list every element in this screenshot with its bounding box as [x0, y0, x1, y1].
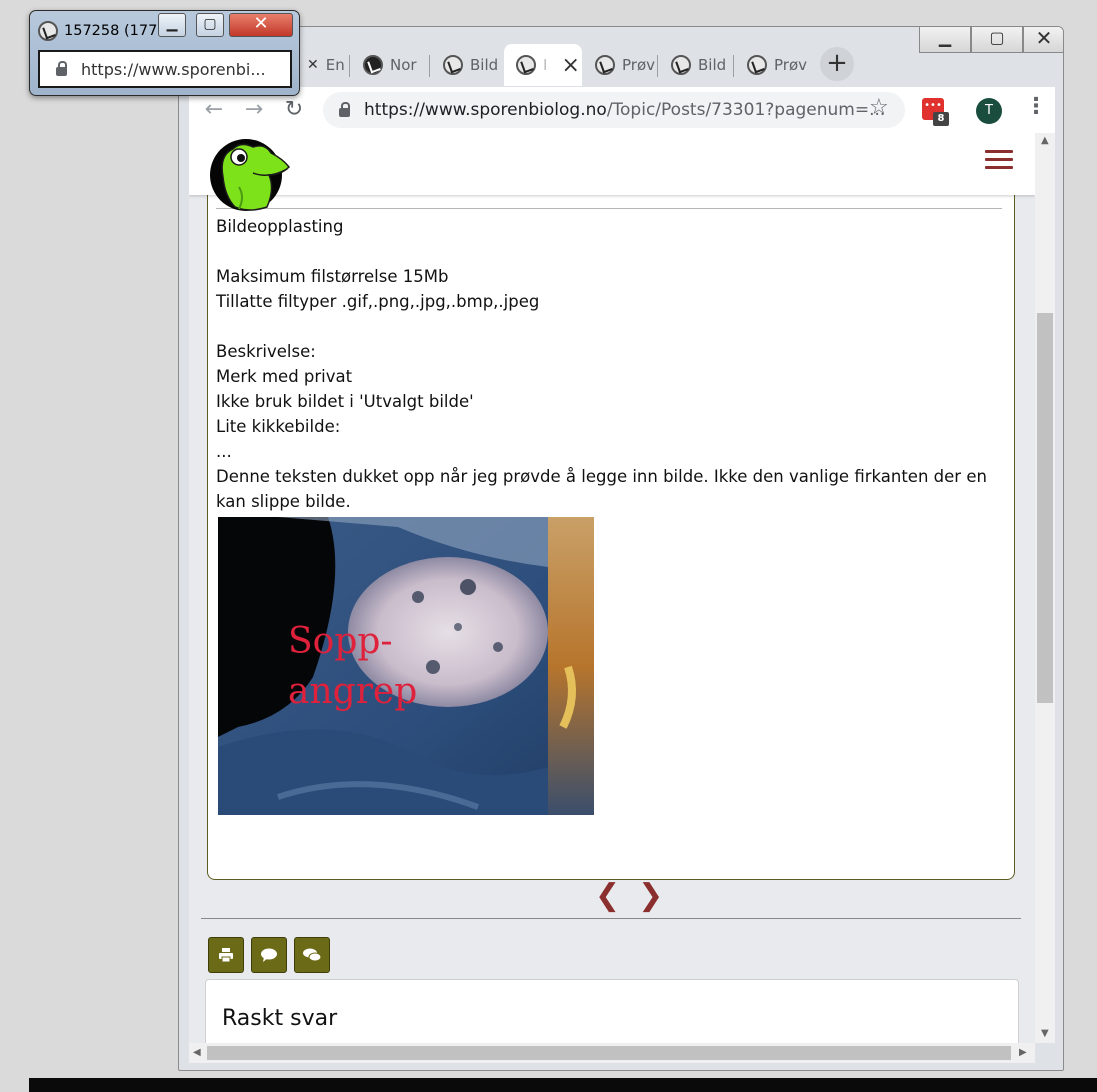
tab-label: Bild	[470, 56, 499, 74]
quick-reply-panel: Raskt svar	[205, 979, 1019, 1043]
popup-window: 157258 (177... ▁ ▢ ✕ https://www.sporenb…	[29, 10, 300, 96]
browser-toolbar: ← → ↻ https://www.sporenbiolog.no/Topic/…	[189, 87, 1055, 133]
sporenbiolog-icon	[443, 55, 463, 75]
sporenbiolog-icon	[38, 21, 58, 41]
bookmark-star-icon[interactable]: ☆	[869, 95, 889, 120]
print-button[interactable]	[208, 937, 244, 973]
tab-1[interactable]: ✕ En e	[295, 44, 345, 86]
lock-icon	[56, 60, 67, 76]
browser-window: ✕ En e Nor Bild I × Prøv Bild	[178, 26, 1064, 1071]
tab-separator	[349, 55, 350, 77]
forward-button[interactable]: →	[239, 95, 269, 125]
popup-maximize-button[interactable]: ▢	[196, 13, 224, 37]
horizontal-scrollbar[interactable]: ◀ ▶	[189, 1043, 1035, 1063]
close-window-button[interactable]: ✕	[1023, 27, 1063, 53]
address-bar[interactable]: https://www.sporenbiolog.no/Topic/Posts/…	[323, 92, 905, 128]
maximize-button[interactable]: ▢	[971, 27, 1023, 53]
post-line: Beskrivelse:	[216, 342, 316, 361]
reply-button[interactable]	[251, 937, 287, 973]
minimize-button[interactable]: ▁	[919, 27, 971, 53]
image-caption-line: angrep	[288, 671, 418, 712]
post-card: Bildeopplasting Maksimum filstørrelse 15…	[207, 153, 1015, 880]
menu-kebab-icon[interactable]: ⋮	[1025, 94, 1047, 119]
close-x-icon: ✕	[307, 57, 319, 73]
post-image[interactable]: Sopp- angrep	[218, 517, 594, 815]
comment-icon	[261, 948, 277, 962]
post-pager: ❮ ❯	[595, 878, 681, 913]
image-caption: Sopp- angrep	[288, 617, 417, 717]
tab-separator	[733, 55, 734, 77]
lock-icon	[339, 101, 350, 117]
scroll-thumb[interactable]	[207, 1046, 1011, 1060]
tab-6[interactable]: Bild	[659, 44, 731, 86]
scroll-up-icon[interactable]: ▲	[1041, 135, 1049, 146]
post-line: Bildeopplasting	[216, 217, 344, 236]
extension-badge: 8	[933, 112, 949, 126]
tab-7[interactable]: Prøv	[735, 44, 807, 86]
hamburger-menu-icon[interactable]	[985, 150, 1013, 174]
popup-address-bar[interactable]: https://www.sporenbi...	[38, 50, 292, 88]
section-divider	[201, 918, 1021, 919]
tab-label: En e	[325, 56, 345, 74]
tab-label: Prøv	[774, 56, 807, 74]
sporenbiolog-icon	[595, 55, 615, 75]
taskbar	[29, 1078, 1097, 1092]
tab-5[interactable]: Prøv	[583, 44, 655, 86]
reload-button[interactable]: ↻	[279, 95, 309, 125]
comments-icon	[303, 948, 322, 962]
scroll-thumb[interactable]	[1037, 313, 1053, 703]
site-n-icon	[363, 55, 383, 75]
popup-url: https://www.sporenbi...	[81, 59, 266, 79]
popup-minimize-button[interactable]: ▁	[158, 13, 186, 37]
chevron-right-icon[interactable]: ❯	[638, 878, 663, 913]
vertical-scrollbar[interactable]: ▲ ▼	[1035, 133, 1055, 1043]
post-body: Bildeopplasting Maksimum filstørrelse 15…	[216, 214, 1006, 514]
tab-label: I	[543, 56, 548, 74]
frog-logo-icon[interactable]	[209, 137, 291, 215]
popup-title: 157258 (177...	[64, 23, 172, 39]
quick-reply-title: Raskt svar	[222, 1006, 338, 1031]
post-line: Lite kikkebilde:	[216, 417, 341, 436]
scroll-left-icon[interactable]: ◀	[193, 1047, 201, 1058]
post-divider	[216, 208, 1002, 209]
sporenbiolog-icon	[747, 55, 767, 75]
post-line	[216, 314, 1006, 339]
back-button[interactable]: ←	[199, 95, 229, 125]
tab-separator	[429, 55, 430, 77]
tab-close-icon[interactable]: ×	[561, 53, 579, 78]
tab-2[interactable]: Nor	[351, 44, 427, 86]
tab-strip: ✕ En e Nor Bild I × Prøv Bild	[179, 27, 1063, 87]
sporenbiolog-icon	[671, 55, 691, 75]
image-caption-line: Sopp-	[288, 621, 393, 662]
new-tab-button[interactable]: +	[820, 47, 854, 81]
chevron-left-icon[interactable]: ❮	[595, 878, 620, 913]
post-line: Tillatte filtyper .gif,.png,.jpg,.bmp,.j…	[216, 292, 540, 311]
tab-label: Prøv	[622, 56, 655, 74]
post-line: Merk med privat	[216, 367, 353, 386]
sporenbiolog-icon	[516, 55, 536, 75]
tab-active[interactable]: I ×	[504, 44, 582, 86]
page-viewport: Bildeopplasting Maksimum filstørrelse 15…	[189, 133, 1035, 1043]
tab-label: Nor	[390, 56, 417, 74]
profile-avatar[interactable]: T	[976, 98, 1002, 124]
post-line	[216, 239, 1006, 264]
post-line: ...	[216, 442, 232, 461]
quote-reply-button[interactable]	[294, 937, 330, 973]
site-header	[189, 133, 1035, 211]
url-host: https://www.sporenbiolog.no	[364, 100, 607, 120]
tab-separator	[657, 55, 658, 77]
popup-close-button[interactable]: ✕	[229, 13, 293, 37]
post-line: Ikke bruk bildet i 'Utvalgt bilde'	[216, 392, 474, 411]
scroll-down-icon[interactable]: ▼	[1041, 1028, 1049, 1039]
post-line: Denne teksten dukket opp når jeg prøvde …	[216, 467, 993, 511]
scroll-right-icon[interactable]: ▶	[1019, 1047, 1027, 1058]
post-line: Maksimum filstørrelse 15Mb	[216, 267, 449, 286]
tab-label: Bild	[698, 56, 727, 74]
url-path: /Topic/Posts/73301?pagenum=...	[606, 100, 886, 120]
printer-icon	[219, 948, 233, 963]
tab-3[interactable]: Bild	[431, 44, 503, 86]
